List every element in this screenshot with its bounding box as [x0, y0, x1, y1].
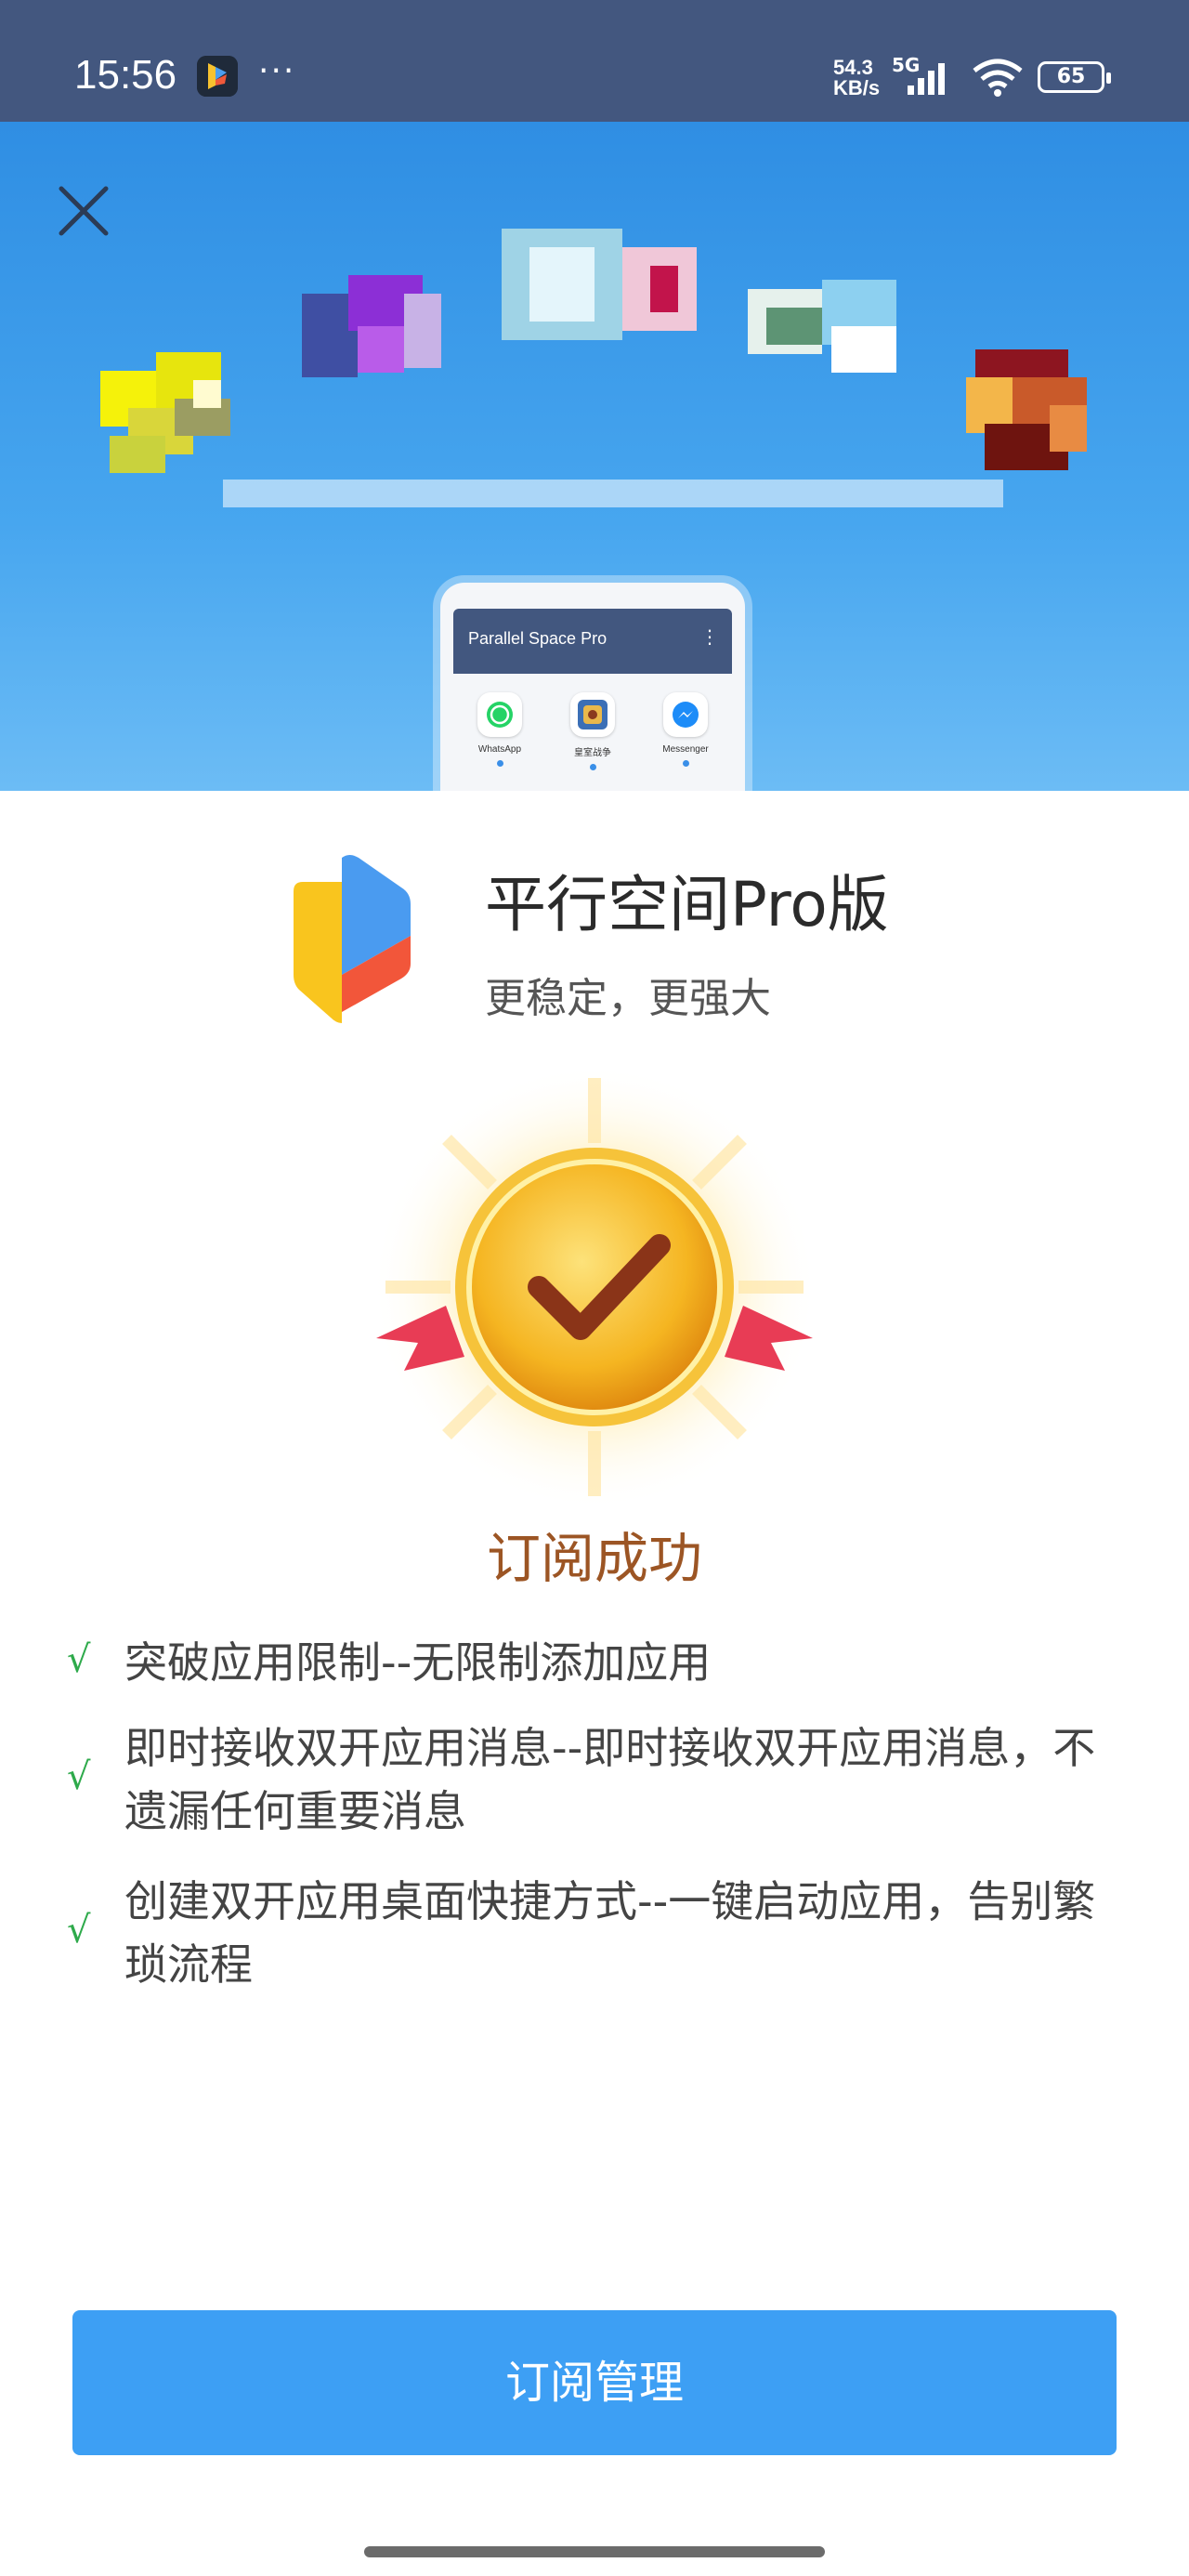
check-icon: √	[67, 1755, 91, 1798]
phone-app-whatsapp: WhatsApp	[453, 692, 546, 767]
app-icon-5	[947, 349, 1105, 480]
phone-app-clash-royale: 皇室战争	[546, 692, 639, 770]
phone-app-grid: WhatsApp 皇室战争 Messenger	[453, 692, 732, 785]
signal-icon	[908, 63, 945, 95]
status-bar: 15:56 ··· 54.3 KB/s 5G 65	[0, 0, 1189, 122]
app-icon-4	[748, 270, 906, 382]
home-indicator[interactable]	[364, 2546, 825, 2557]
product-title: 平行空间Pro版	[485, 869, 889, 940]
product-subtitle: 更稳定，更强大	[485, 975, 771, 1022]
phone-preview: Parallel Space Pro ⋮ WhatsApp 皇室战争 Messe…	[440, 583, 745, 791]
app-icon-2	[302, 275, 451, 396]
whatsapp-icon	[477, 692, 522, 737]
messenger-icon	[663, 692, 708, 737]
promo-banner: Parallel Space Pro ⋮ WhatsApp 皇室战争 Messe…	[0, 122, 1189, 791]
feature-text: 创建双开应用桌面快捷方式--一键启动应用，告别繁琐流程	[124, 1876, 1096, 1990]
network-speed: 54.3 KB/s	[833, 58, 880, 99]
subscription-manage-button[interactable]: 订阅管理	[72, 2310, 1117, 2455]
phone-app-label: WhatsApp	[477, 744, 522, 755]
feature-text: 即时接收双开应用消息--即时接收双开应用消息，不遗漏任何重要消息	[124, 1723, 1096, 1836]
app-icon-3	[502, 229, 701, 349]
success-medal-icon	[372, 1064, 817, 1510]
banner-caption-redacted	[223, 480, 1003, 507]
phone-app-label: Messenger	[662, 744, 709, 755]
parallel-space-logo	[294, 855, 411, 1023]
feature-text: 突破应用限制--无限制添加应用	[124, 1637, 712, 1688]
feature-item: √ 创建双开应用桌面快捷方式--一键启动应用，告别繁琐流程	[0, 1870, 1189, 2000]
phone-app-messenger: Messenger	[639, 692, 732, 767]
phone-app-header: Parallel Space Pro ⋮	[453, 609, 732, 674]
phone-app-label: 皇室战争	[574, 748, 611, 758]
network-speed-unit: KB/s	[833, 76, 881, 99]
phone-app-title: Parallel Space Pro	[468, 629, 608, 648]
feature-item: √ 即时接收双开应用消息--即时接收双开应用消息，不遗漏任何重要消息	[0, 1716, 1189, 1847]
battery-indicator: 65	[1038, 61, 1111, 93]
app-icon-1	[100, 352, 249, 482]
phone-menu-icon: ⋮	[700, 625, 719, 648]
wifi-icon	[973, 59, 1023, 97]
feature-item: √ 突破应用限制--无限制添加应用	[0, 1631, 1189, 1705]
status-time: 15:56	[74, 52, 177, 98]
close-icon[interactable]	[54, 181, 113, 241]
parallel-space-notification-icon	[197, 56, 238, 97]
clash-royale-icon	[570, 692, 615, 737]
more-notifications-icon: ···	[258, 52, 296, 90]
network-speed-value: 54.3	[833, 56, 873, 79]
check-icon: √	[67, 1638, 91, 1681]
check-icon: √	[67, 1909, 91, 1952]
subscription-success-text: 订阅成功	[486, 1527, 702, 1590]
